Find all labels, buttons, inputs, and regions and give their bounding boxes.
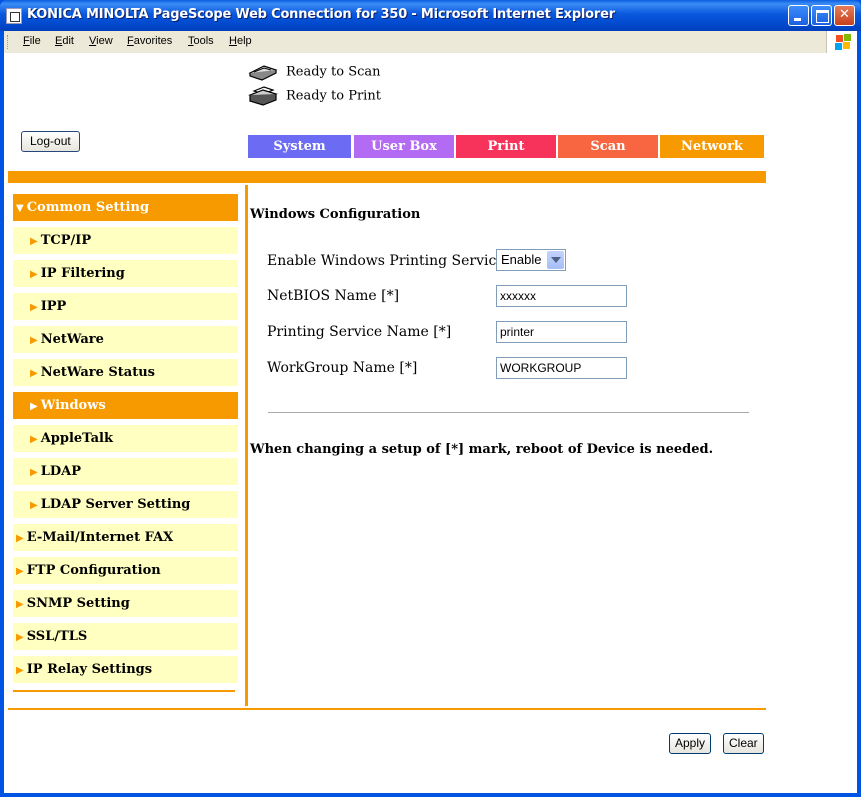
windows-logo-icon: [826, 31, 857, 53]
netbios-name-input[interactable]: xxxxxx: [496, 285, 627, 307]
menu-bar: File Edit View Favorites Tools Help: [4, 31, 857, 54]
printing-service-label: Enable Windows Printing Service: [267, 253, 505, 269]
header-divider: [8, 171, 766, 183]
sidebar-item-label: LDAP: [40, 464, 81, 479]
menu-favorites[interactable]: Favorites: [127, 35, 172, 47]
sidebar-item-label: FTP Configuration: [26, 563, 161, 578]
sidebar-item-email-internet-fax[interactable]: ▶ E-Mail/Internet FAX: [13, 524, 238, 551]
sidebar-item-common-setting[interactable]: ▼ Common Setting: [13, 194, 238, 221]
triangle-right-icon: ▶: [16, 533, 24, 544]
sidebar-item-netware-status[interactable]: ▶ NetWare Status: [13, 359, 238, 386]
triangle-right-icon: ▶: [30, 368, 38, 379]
menu-tools[interactable]: Tools: [188, 35, 214, 47]
sidebar-item-label: SSL/TLS: [26, 629, 88, 644]
tab-system[interactable]: System: [248, 135, 351, 158]
status-scan-text: Ready to Scan: [286, 64, 381, 80]
sidebar-item-label: TCP/IP: [40, 233, 92, 248]
apply-button[interactable]: Apply: [669, 733, 712, 754]
status-print-text: Ready to Print: [286, 88, 381, 104]
status-scan: Ready to Scan: [248, 62, 381, 82]
ie-page-icon: [6, 8, 22, 24]
sidebar-item-label: IP Relay Settings: [26, 662, 153, 677]
triangle-right-icon: ▶: [16, 632, 24, 643]
minimize-button[interactable]: [788, 5, 809, 26]
sidebar-item-appletalk[interactable]: ▶ AppleTalk: [13, 425, 238, 452]
title-bar: KONICA MINOLTA PageScope Web Connection …: [0, 0, 861, 31]
sidebar-divider: [13, 690, 235, 692]
printing-service-value: Enable: [501, 252, 542, 267]
clear-button[interactable]: Clear: [723, 733, 764, 754]
form-divider: [268, 412, 749, 413]
triangle-right-icon: ▶: [30, 467, 38, 478]
reboot-note: When changing a setup of [*] mark, reboo…: [250, 442, 714, 457]
sidebar-item-label: LDAP Server Setting: [40, 497, 191, 512]
printing-service-select[interactable]: Enable: [496, 249, 566, 271]
sidebar-item-label: IP Filtering: [40, 266, 125, 281]
sidebar-item-netware[interactable]: ▶ NetWare: [13, 326, 238, 353]
sidebar-item-label: E-Mail/Internet FAX: [26, 530, 174, 545]
sidebar-item-tcp-ip[interactable]: ▶ TCP/IP: [13, 227, 238, 254]
sidebar-item-label: NetWare Status: [40, 365, 155, 380]
tab-network[interactable]: Network: [660, 135, 764, 158]
triangle-right-icon: ▶: [16, 599, 24, 610]
triangle-down-icon: ▼: [16, 203, 24, 214]
tab-user-box[interactable]: User Box: [354, 135, 454, 158]
printing-service-name-input[interactable]: printer: [496, 321, 627, 343]
maximize-button[interactable]: [811, 5, 832, 26]
netbios-name-label: NetBIOS Name [*]: [267, 288, 400, 304]
window-title: KONICA MINOLTA PageScope Web Connection …: [27, 7, 615, 22]
scanner-icon: [248, 65, 278, 81]
sidebar-item-label: IPP: [40, 299, 67, 314]
menu-grip: [7, 35, 11, 49]
triangle-right-icon: ▶: [30, 302, 38, 313]
menu-edit[interactable]: Edit: [55, 35, 74, 47]
triangle-right-icon: ▶: [30, 500, 38, 511]
sidebar-item-label: SNMP Setting: [26, 596, 130, 611]
triangle-right-icon: ▶: [16, 566, 24, 577]
sidebar-item-label: Windows: [40, 398, 106, 413]
triangle-right-icon: ▶: [30, 335, 38, 346]
chevron-down-icon[interactable]: [547, 251, 564, 269]
tab-scan[interactable]: Scan: [558, 135, 658, 158]
triangle-right-icon: ▶: [30, 434, 38, 445]
triangle-right-icon: ▶: [30, 236, 38, 247]
sidebar-item-ldap[interactable]: ▶ LDAP: [13, 458, 238, 485]
tab-print[interactable]: Print: [456, 135, 556, 158]
sidebar-item-ipp[interactable]: ▶ IPP: [13, 293, 238, 320]
sidebar-item-label: Common Setting: [26, 200, 150, 215]
logout-button[interactable]: Log-out: [21, 131, 80, 152]
menu-view[interactable]: View: [89, 35, 113, 47]
workgroup-name-label: WorkGroup Name [*]: [267, 360, 418, 376]
sidebar-item-label: NetWare: [40, 332, 104, 347]
sidebar-item-ip-filtering[interactable]: ▶ IP Filtering: [13, 260, 238, 287]
page-title: Windows Configuration: [250, 207, 421, 222]
sidebar-item-windows[interactable]: ▶ Windows: [13, 392, 238, 419]
sidebar-item-ssl-tls[interactable]: ▶ SSL/TLS: [13, 623, 238, 650]
triangle-right-icon: ▶: [30, 401, 38, 412]
menu-help[interactable]: Help: [229, 35, 252, 47]
triangle-right-icon: ▶: [30, 269, 38, 280]
footer-divider: [8, 708, 766, 710]
browser-window: KONICA MINOLTA PageScope Web Connection …: [0, 0, 861, 797]
page-content: Ready to Scan Ready to Print Log-out Sys…: [4, 53, 857, 793]
sidebar-item-snmp-setting[interactable]: ▶ SNMP Setting: [13, 590, 238, 617]
printing-service-name-label: Printing Service Name [*]: [267, 324, 452, 340]
sidebar-item-ip-relay-settings[interactable]: ▶ IP Relay Settings: [13, 656, 238, 683]
sidebar-item-ldap-server-setting[interactable]: ▶ LDAP Server Setting: [13, 491, 238, 518]
sidebar-vertical-divider: [245, 185, 248, 706]
close-button[interactable]: ✕: [834, 5, 855, 26]
workgroup-name-input[interactable]: WORKGROUP: [496, 357, 627, 379]
triangle-right-icon: ▶: [16, 665, 24, 676]
sidebar-item-label: AppleTalk: [40, 431, 113, 446]
status-print: Ready to Print: [248, 86, 381, 106]
printer-icon: [248, 86, 278, 106]
menu-file[interactable]: File: [23, 35, 41, 47]
sidebar-item-ftp-configuration[interactable]: ▶ FTP Configuration: [13, 557, 238, 584]
